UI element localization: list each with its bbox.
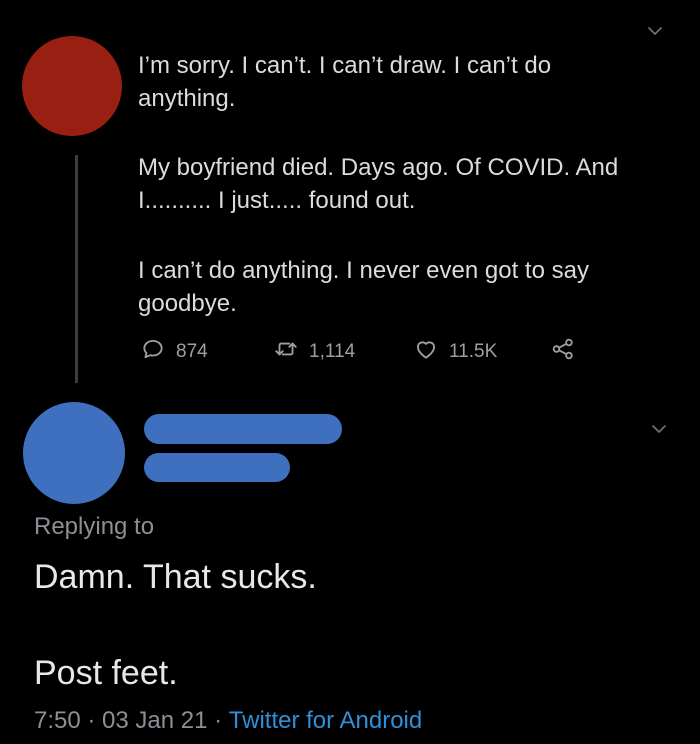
retweet-button[interactable]: 1,114 <box>273 336 355 368</box>
tweet-text-paragraph: I’m sorry. I can’t. I can’t draw. I can’… <box>138 52 552 112</box>
tweet-source-link[interactable]: Twitter for Android <box>229 707 422 735</box>
chevron-down-icon[interactable] <box>644 20 666 42</box>
reply-icon <box>140 336 166 368</box>
avatar[interactable] <box>23 402 125 504</box>
tweet-date: 03 Jan 21 <box>102 707 208 734</box>
tweet-meta: 7:50 · 03 Jan 21 · Twitter for Android <box>34 707 422 735</box>
reply-text-line: Damn. That sucks. <box>34 558 317 596</box>
redacted-username <box>144 453 290 482</box>
reply-text-line: Post feet. <box>34 654 178 692</box>
thread-line <box>75 155 78 383</box>
like-button[interactable]: 11.5K <box>413 336 497 368</box>
reply-count: 874 <box>176 341 208 362</box>
share-icon <box>550 336 576 368</box>
share-button[interactable] <box>550 336 576 368</box>
chevron-down-icon[interactable] <box>648 418 670 440</box>
reply-button[interactable]: 874 <box>140 336 208 368</box>
separator: · <box>207 707 229 734</box>
retweet-count: 1,114 <box>309 341 356 362</box>
replying-to-label: Replying to <box>34 513 155 540</box>
redacted-display-name <box>144 414 342 444</box>
separator: · <box>80 707 103 734</box>
heart-icon <box>413 336 439 368</box>
like-count: 11.5K <box>449 341 498 362</box>
tweet-text-paragraph: My boyfriend died. Days ago. Of COVID. A… <box>138 154 619 214</box>
avatar[interactable] <box>22 36 122 136</box>
tweet-text-paragraph: I can’t do anything. I never even got to… <box>138 257 589 317</box>
retweet-icon <box>273 336 299 368</box>
tweet-time: 7:50 <box>34 707 81 734</box>
